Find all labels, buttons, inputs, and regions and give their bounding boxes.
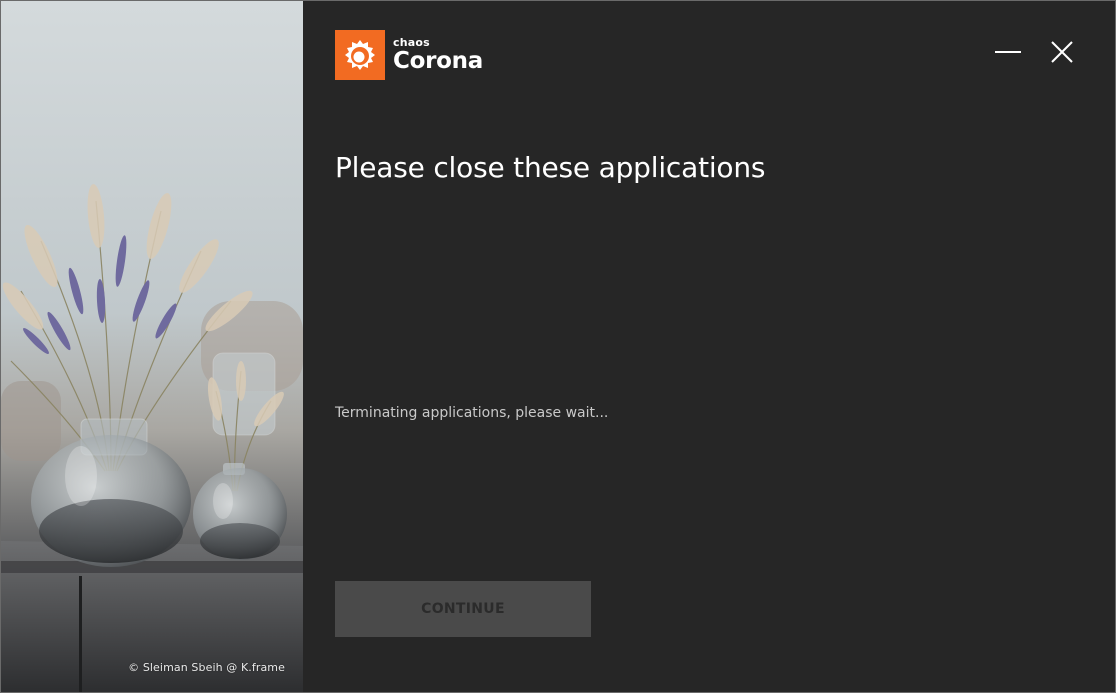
photo-credit: © Sleiman Sbeih @ K.frame bbox=[128, 661, 285, 674]
continue-button[interactable]: CONTINUE bbox=[335, 581, 591, 637]
logo-wordmark: chaos Corona bbox=[393, 37, 483, 73]
logo-brand: chaos bbox=[393, 36, 430, 49]
hero-image-panel: © Sleiman Sbeih @ K.frame bbox=[1, 1, 303, 692]
minimize-icon bbox=[995, 51, 1021, 53]
minimize-button[interactable] bbox=[995, 39, 1021, 65]
logo-product: Corona bbox=[393, 48, 483, 74]
window-controls bbox=[995, 39, 1075, 65]
page-title: Please close these applications bbox=[335, 151, 766, 184]
installer-window: © Sleiman Sbeih @ K.frame chaos Corona P… bbox=[0, 0, 1116, 693]
close-button[interactable] bbox=[1049, 39, 1075, 65]
corona-logo: chaos Corona bbox=[335, 30, 483, 80]
status-text: Terminating applications, please wait... bbox=[335, 405, 609, 421]
close-icon bbox=[1051, 41, 1073, 63]
vases-illustration bbox=[1, 1, 303, 692]
corona-flame-logo-icon bbox=[335, 30, 385, 80]
